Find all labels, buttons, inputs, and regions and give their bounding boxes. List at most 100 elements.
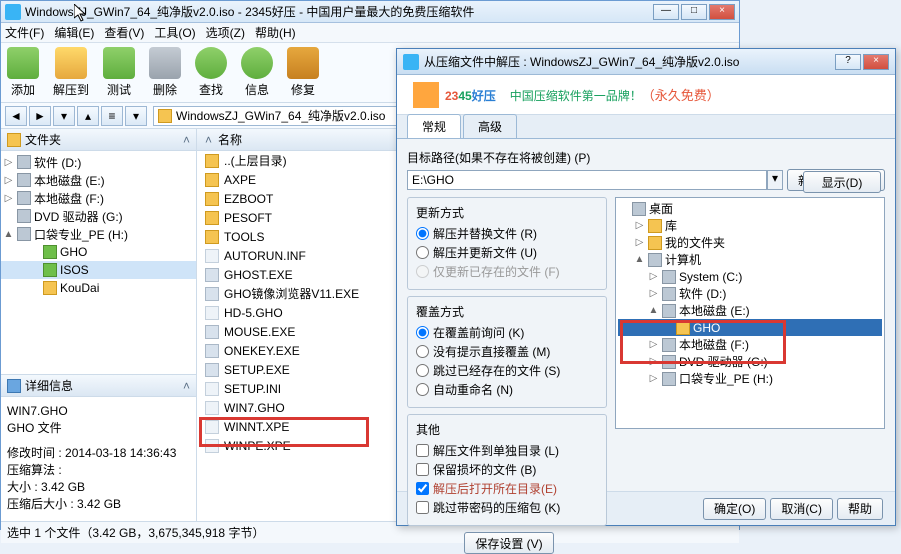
tree-node[interactable]: ▷口袋专业_PE (H:) (618, 370, 882, 387)
tb-info[interactable]: 信息 (241, 47, 273, 98)
window-title: WindowsZJ_GWin7_64_纯净版v2.0.iso - 2345好压 … (25, 3, 651, 20)
tb-repair[interactable]: 修复 (287, 47, 319, 98)
option[interactable]: 在覆盖前询问 (K) (416, 323, 598, 341)
show-button[interactable]: 显示(D) (803, 171, 881, 193)
folder-icon (7, 133, 21, 147)
info-icon (7, 379, 21, 393)
option[interactable]: 没有提示直接覆盖 (M) (416, 342, 598, 360)
tree-node[interactable]: ISOS (1, 261, 196, 279)
option[interactable]: 解压文件到单独目录 (L) (416, 441, 598, 459)
maximize-button[interactable]: □ (681, 4, 707, 20)
delete-icon (149, 47, 181, 79)
folder-pane-header[interactable]: 文件夹 ˄ (1, 129, 196, 151)
detail-pane-header[interactable]: 详细信息 ˄ (1, 375, 196, 397)
help-button[interactable]: 帮助 (837, 498, 883, 520)
detail-type: GHO 文件 (7, 420, 190, 437)
path-dropdown[interactable]: ▾ (767, 170, 783, 190)
path-label: 目标路径(如果不存在将被创建) (P) (407, 149, 885, 166)
tree-node[interactable]: ▷软件 (D:) (1, 153, 196, 171)
close-button[interactable]: × (709, 4, 735, 20)
left-column: 文件夹 ˄ ▷软件 (D:)▷本地磁盘 (E:)▷本地磁盘 (F:)DVD 驱动… (1, 129, 197, 521)
tb-extract[interactable]: 解压到 (53, 47, 89, 98)
menu-view[interactable]: 查看(V) (104, 24, 144, 41)
tb-add[interactable]: 添加 (7, 47, 39, 98)
tree-node[interactable]: ▷System (C:) (618, 268, 882, 285)
chevron-up-icon: ˄ (205, 133, 212, 147)
tree-node[interactable]: ▷本地磁盘 (F:) (1, 189, 196, 207)
path-input[interactable] (407, 170, 767, 190)
tree-node[interactable]: GHO (1, 243, 196, 261)
tree-node[interactable]: DVD 驱动器 (G:) (1, 207, 196, 225)
nav-down[interactable]: ▾ (53, 106, 75, 126)
group-update: 更新方式 解压并替换文件 (R)解压并更新文件 (U)仅更新已存在的文件 (F) (407, 197, 607, 290)
tree-node[interactable]: ▲本地磁盘 (E:) (618, 302, 882, 319)
tree-node[interactable]: ▷库 (618, 217, 882, 234)
option[interactable]: 仅更新已存在的文件 (F) (416, 262, 598, 280)
nav-fwd[interactable]: ► (29, 106, 51, 126)
nav-back[interactable]: ◄ (5, 106, 27, 126)
menu-edit[interactable]: 编辑(E) (54, 24, 94, 41)
detail-pane: 详细信息 ˄ WIN7.GHO GHO 文件 修改时间 : 2014-03-18… (1, 374, 196, 521)
detail-body: WIN7.GHO GHO 文件 修改时间 : 2014-03-18 14:36:… (1, 397, 196, 521)
tb-test[interactable]: 测试 (103, 47, 135, 98)
find-icon (195, 47, 227, 79)
extract-dialog: 从压缩文件中解压 : WindowsZJ_GWin7_64_纯净版v2.0.is… (396, 48, 896, 526)
dialog-titlebar: 从压缩文件中解压 : WindowsZJ_GWin7_64_纯净版v2.0.is… (397, 49, 895, 75)
repair-icon (287, 47, 319, 79)
option[interactable]: 解压并更新文件 (U) (416, 243, 598, 261)
tree-node[interactable]: KouDai (1, 279, 196, 297)
menubar: 文件(F) 编辑(E) 查看(V) 工具(O) 选项(Z) 帮助(H) (1, 23, 739, 43)
chevron-up-icon: ˄ (183, 133, 190, 147)
nav-list[interactable]: ≡ (101, 106, 123, 126)
chevron-up-icon: ˄ (183, 379, 190, 393)
menu-options[interactable]: 选项(Z) (206, 24, 245, 41)
tree-node[interactable]: ▲计算机 (618, 251, 882, 268)
titlebar: WindowsZJ_GWin7_64_纯净版v2.0.iso - 2345好压 … (1, 1, 739, 23)
test-icon (103, 47, 135, 79)
option[interactable]: 自动重命名 (N) (416, 380, 598, 398)
tree-node[interactable]: 桌面 (618, 200, 882, 217)
option[interactable]: 保留损坏的文件 (B) (416, 460, 598, 478)
detail-filename: WIN7.GHO (7, 403, 190, 420)
tree-node[interactable]: ▷本地磁盘 (F:) (618, 336, 882, 353)
tab-advanced[interactable]: 高级 (463, 114, 517, 138)
menu-file[interactable]: 文件(F) (5, 24, 44, 41)
tab-general[interactable]: 常规 (407, 114, 461, 138)
nav-listdd[interactable]: ▾ (125, 106, 147, 126)
minimize-button[interactable]: — (653, 4, 679, 20)
tree-node[interactable]: ▲口袋专业_PE (H:) (1, 225, 196, 243)
tree-node[interactable]: ▷DVD 驱动器 (G:) (618, 353, 882, 370)
cancel-button[interactable]: 取消(C) (770, 498, 833, 520)
brand-icon (413, 82, 439, 108)
menu-tools[interactable]: 工具(O) (154, 24, 195, 41)
menu-help[interactable]: 帮助(H) (255, 24, 296, 41)
dialog-body: 目标路径(如果不存在将被创建) (P) ▾ 显示(D) 新建文件夹(E) 更新方… (397, 139, 895, 491)
dialog-banner: 2345好压 中国压缩软件第一品牌！（永久免费） (397, 75, 895, 115)
save-config-button[interactable]: 保存设置 (V) (464, 532, 553, 554)
destination-tree[interactable]: 桌面▷库▷我的文件夹▲计算机▷System (C:)▷软件 (D:)▲本地磁盘 … (615, 197, 885, 429)
option[interactable]: 跳过已经存在的文件 (S) (416, 361, 598, 379)
nav-up[interactable]: ▴ (77, 106, 99, 126)
slogan: 中国压缩软件第一品牌！（永久免费） (510, 85, 720, 105)
tabs: 常规 高级 (397, 115, 895, 139)
tree-node[interactable]: ▷我的文件夹 (618, 234, 882, 251)
option[interactable]: 解压并替换文件 (R) (416, 224, 598, 242)
tree-node[interactable]: GHO (618, 319, 882, 336)
extract-icon (55, 47, 87, 79)
info-icon (241, 47, 273, 79)
add-icon (7, 47, 39, 79)
dialog-title: 从压缩文件中解压 : WindowsZJ_GWin7_64_纯净版v2.0.is… (424, 53, 739, 70)
folder-tree[interactable]: ▷软件 (D:)▷本地磁盘 (E:)▷本地磁盘 (F:)DVD 驱动器 (G:)… (1, 151, 196, 374)
brand-text: 2345好压 (445, 84, 496, 105)
ok-button[interactable]: 确定(O) (703, 498, 766, 520)
tree-node[interactable]: ▷本地磁盘 (E:) (1, 171, 196, 189)
dialog-help-button[interactable]: ? (835, 54, 861, 70)
app-icon (5, 4, 21, 20)
option[interactable]: 解压后打开所在目录(E) (416, 479, 598, 497)
option[interactable]: 跳过带密码的压缩包 (K) (416, 498, 598, 516)
group-overwrite: 覆盖方式 在覆盖前询问 (K)没有提示直接覆盖 (M)跳过已经存在的文件 (S)… (407, 296, 607, 408)
tree-node[interactable]: ▷软件 (D:) (618, 285, 882, 302)
tb-delete[interactable]: 删除 (149, 47, 181, 98)
dialog-close-button[interactable]: × (863, 54, 889, 70)
tb-find[interactable]: 查找 (195, 47, 227, 98)
